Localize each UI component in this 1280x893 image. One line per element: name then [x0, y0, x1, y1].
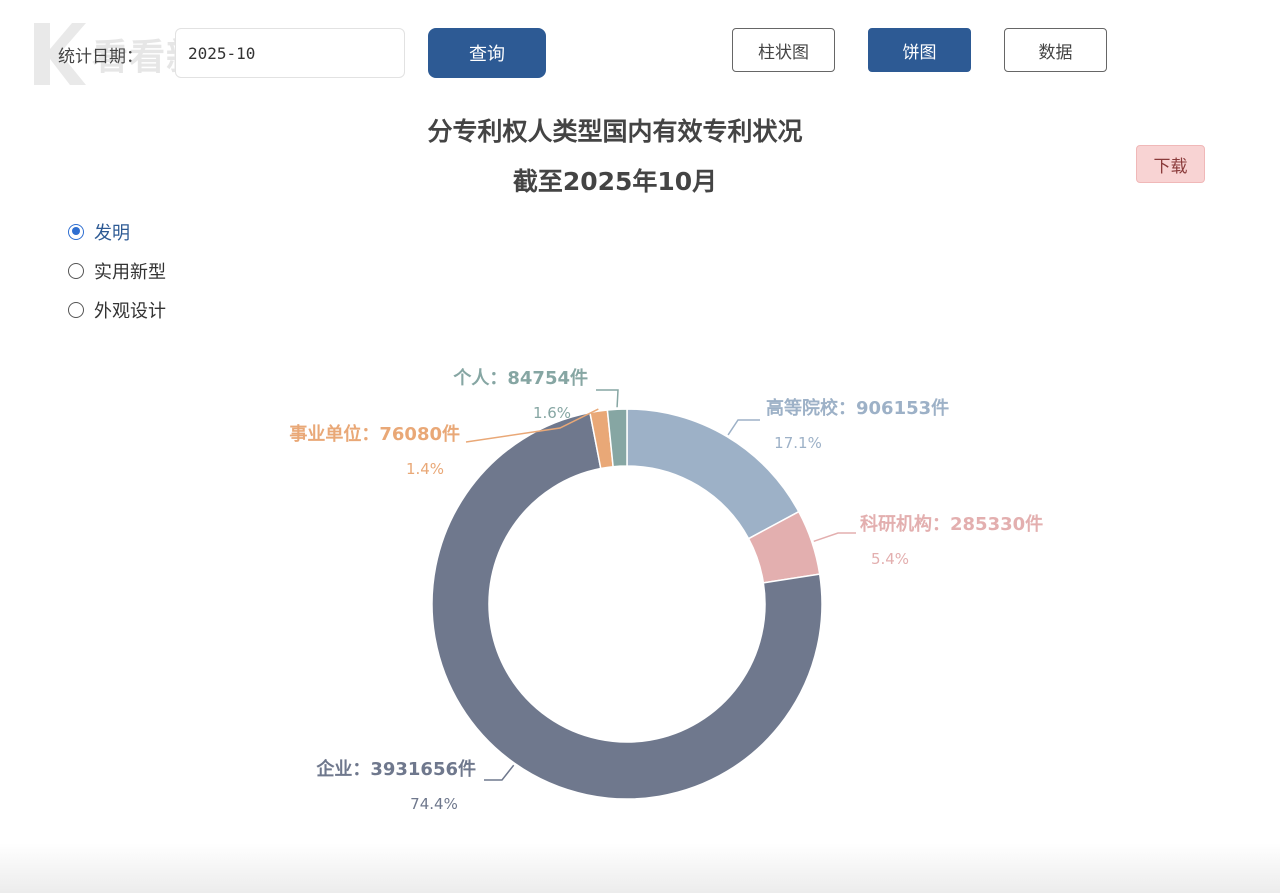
- slice-percent-label: 1.6%: [533, 404, 571, 422]
- donut-slice[interactable]: [626, 408, 800, 540]
- slice-percent-label: 5.4%: [871, 550, 909, 568]
- donut-chart: 高等院校：906153件 17.1% 科研机构：285330件 5.4% 企业：3931…: [289, 367, 1043, 813]
- slice-label: 企业：3931656件: [315, 758, 476, 780]
- slice-percent-label: 1.4%: [406, 460, 444, 478]
- label-leader-line: [813, 532, 856, 543]
- label-leader-line: [484, 764, 515, 781]
- slice-percent-label: 74.4%: [410, 795, 458, 813]
- label-leader-line: [596, 389, 619, 408]
- slice-label: 科研机构：285330件: [860, 513, 1043, 535]
- slice-label: 事业单位：76080件: [289, 423, 460, 445]
- slice-label: 个人：84754件: [452, 367, 588, 389]
- label-leader-line: [727, 419, 760, 436]
- slice-label: 高等院校：906153件: [766, 397, 949, 419]
- slice-percent-label: 17.1%: [774, 434, 822, 452]
